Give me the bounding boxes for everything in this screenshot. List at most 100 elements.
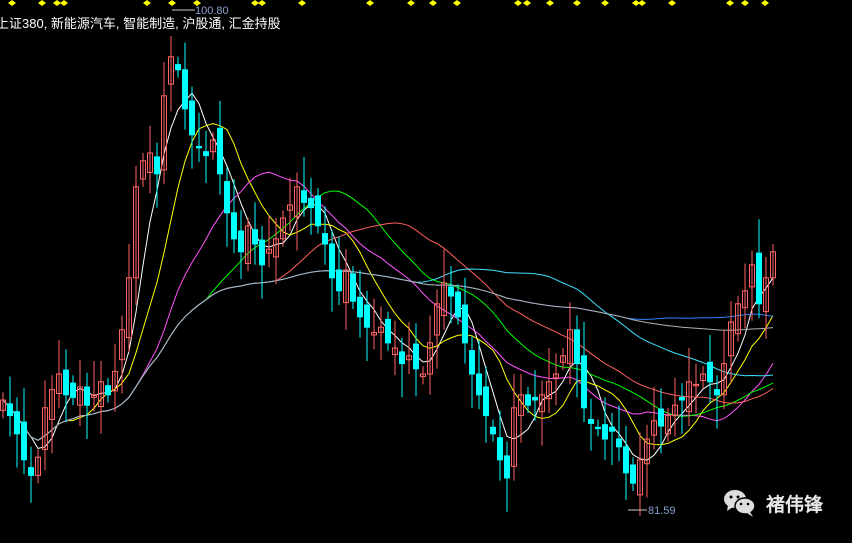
candle: [42, 380, 48, 471]
candle: [224, 167, 230, 247]
candle: [308, 177, 314, 235]
candle: [322, 206, 328, 265]
candle: [546, 348, 552, 413]
candle: [210, 132, 216, 160]
candle-body: [238, 230, 244, 253]
candle: [441, 249, 447, 330]
candle-body: [350, 273, 356, 302]
candle: [35, 449, 41, 484]
event-marker-diamond: [741, 0, 749, 6]
candle-body: [175, 64, 181, 71]
candle: [371, 298, 377, 350]
candle: [637, 432, 643, 516]
candles: [0, 36, 776, 516]
candle: [553, 353, 559, 406]
candle-body: [224, 181, 230, 214]
candle: [511, 374, 517, 481]
candle-body: [315, 195, 321, 227]
candle: [434, 289, 440, 369]
event-marker-diamond: [407, 0, 415, 6]
ma10-line: [2, 123, 774, 446]
candle: [252, 202, 258, 265]
candle: [238, 210, 244, 280]
candle: [378, 306, 384, 360]
candle: [686, 348, 692, 426]
candle: [161, 62, 167, 185]
event-marker-diamond: [573, 0, 581, 6]
candle: [259, 225, 265, 299]
candle-body: [7, 403, 13, 417]
candle: [749, 250, 755, 321]
candle: [119, 315, 125, 394]
candle-body: [714, 389, 720, 396]
candle-body: [231, 212, 237, 240]
candle: [567, 302, 573, 385]
candle-body: [588, 419, 594, 424]
candle: [693, 363, 699, 413]
candle: [14, 397, 20, 468]
candle: [266, 215, 272, 268]
low-annotation: 81.59: [628, 505, 676, 517]
candle-body: [399, 351, 405, 365]
candle: [574, 315, 580, 398]
candle: [49, 375, 55, 454]
candle: [679, 383, 685, 434]
candle: [182, 42, 188, 130]
candle: [196, 112, 202, 163]
candle: [700, 366, 706, 389]
candlestick-chart: 100.80 81.59: [0, 0, 776, 517]
candle: [273, 218, 279, 285]
candle-body: [336, 269, 342, 292]
candle-body: [595, 426, 601, 430]
candle-body: [532, 396, 538, 401]
candle-body: [259, 239, 265, 266]
moving-average-lines: [2, 92, 774, 461]
candle: [644, 424, 650, 498]
candle: [770, 244, 776, 286]
candle: [385, 311, 391, 351]
candle: [84, 372, 90, 439]
candle-body: [630, 464, 636, 484]
event-marker-diamond: [366, 0, 374, 6]
candle: [168, 36, 174, 112]
candle-body: [105, 385, 111, 396]
candle-body: [609, 426, 615, 432]
candle: [623, 426, 629, 501]
candle: [21, 388, 27, 475]
ma20-line: [2, 171, 774, 441]
candle: [504, 441, 510, 512]
low-price-label: 81.59: [648, 505, 676, 517]
author-name: 褚伟锋: [766, 493, 824, 516]
candle-body: [217, 127, 223, 175]
candle-body: [448, 286, 454, 297]
candle-body: [602, 424, 608, 440]
candle-body: [455, 291, 461, 318]
event-marker-diamond: [726, 0, 734, 6]
candle-body: [707, 361, 713, 383]
candle-body: [413, 343, 419, 370]
candle-body: [63, 369, 69, 396]
candle: [91, 361, 97, 412]
candle: [763, 257, 769, 339]
candle-body: [483, 386, 489, 417]
candle-body: [616, 438, 622, 448]
candle: [581, 322, 587, 423]
candle: [413, 323, 419, 397]
event-marker-diamond: [60, 0, 68, 6]
candle-body: [504, 455, 510, 479]
candle-body: [581, 355, 587, 409]
candle: [707, 335, 713, 403]
candle: [7, 376, 13, 437]
candle: [399, 337, 405, 398]
candle: [70, 375, 76, 406]
candle: [756, 219, 762, 319]
event-marker-diamond: [168, 0, 176, 6]
stock-concepts-title: 上证380, 新能源汽车, 智能制造, 沪股通, 汇金持股: [0, 16, 281, 31]
candle-body: [301, 190, 307, 203]
candle: [462, 277, 468, 364]
candle-body: [497, 437, 503, 461]
candle-body: [476, 373, 482, 396]
candle: [742, 263, 748, 329]
candle: [147, 125, 153, 194]
event-marker-diamond: [429, 0, 437, 6]
